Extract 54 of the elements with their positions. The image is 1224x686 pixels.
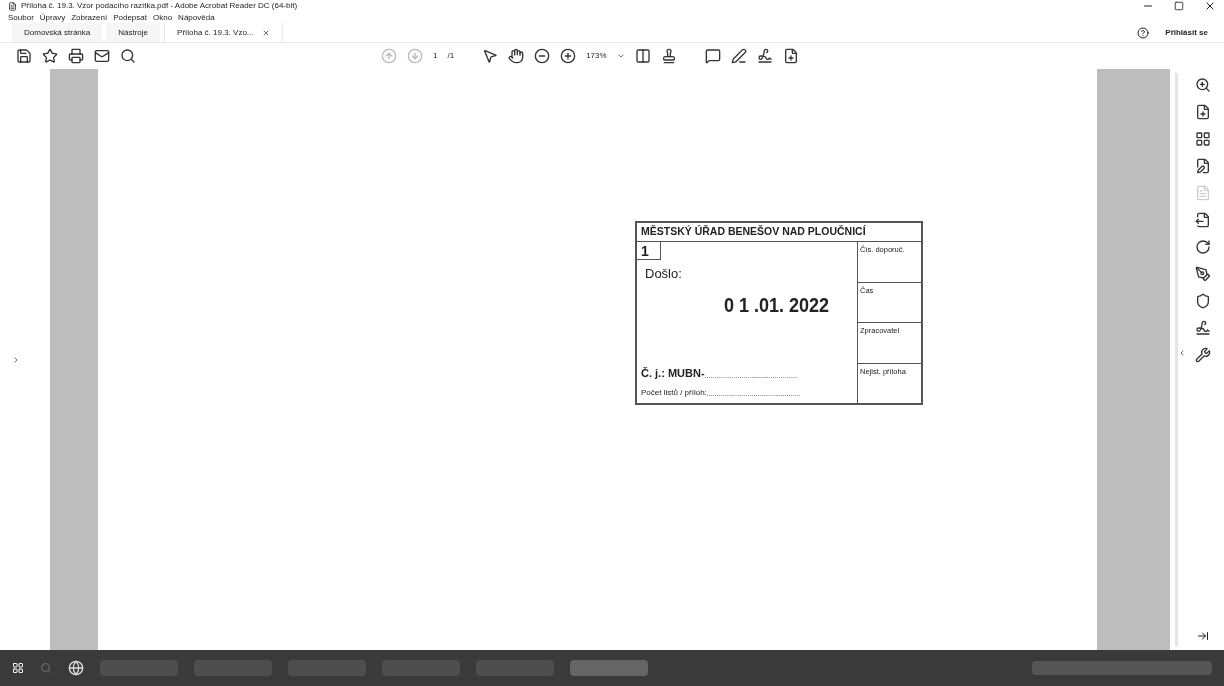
menu-item[interactable]: Podepsat (113, 11, 147, 24)
expand-panel-icon[interactable] (1197, 630, 1209, 642)
print-icon[interactable] (68, 48, 84, 64)
window-title: Příloha č. 19.3. Vzor podacího razítka.pdf - Adobe Acrobat Reader DC (64-bit) (21, 0, 298, 12)
caret-icon[interactable] (616, 52, 625, 60)
star-icon[interactable] (42, 48, 58, 64)
zoom-out-icon[interactable] (534, 48, 551, 64)
pen-icon[interactable] (730, 48, 747, 64)
browser-icon[interactable] (68, 660, 84, 676)
create-pdf-icon[interactable] (1195, 104, 1211, 120)
tab[interactable]: Příloha č. 19.3. Vzo... (164, 23, 283, 42)
pointer-icon[interactable] (482, 48, 499, 64)
menu-item[interactable]: Soubor (8, 11, 34, 24)
menu-item[interactable]: Nápověda (178, 11, 215, 24)
document-icon (8, 1, 17, 11)
reference-number-label: Č. j.: MUBN- (641, 365, 705, 381)
tools-icon[interactable] (1195, 347, 1211, 363)
signature-icon[interactable] (1195, 320, 1211, 336)
stamp-title: MĚSTSKÝ ÚŘAD BENEŠOV NAD PLOUČNICÍ (637, 223, 921, 242)
pen-icon[interactable] (1195, 266, 1211, 282)
page-layout-icon[interactable] (634, 48, 651, 64)
search-icon[interactable] (120, 48, 136, 64)
menu-item[interactable]: Zobrazení (71, 11, 108, 24)
start-icon[interactable] (12, 662, 24, 674)
edit-pdf-icon[interactable] (1195, 158, 1211, 174)
export-pdf-icon[interactable] (1195, 212, 1211, 228)
stamp-icon[interactable] (660, 48, 677, 64)
zoom-level[interactable]: 173% (586, 50, 607, 62)
collapse-icon[interactable] (1178, 349, 1186, 357)
shield-icon[interactable] (1195, 293, 1211, 309)
received-date: 0 1 .01. 2022 (724, 292, 831, 318)
maximize-icon[interactable] (1174, 1, 1184, 11)
tab[interactable]: Domovská stránka (12, 23, 103, 42)
hand-icon[interactable] (508, 48, 525, 64)
sheet-count-label: Počet listů / příloh: (641, 387, 707, 399)
rotate-icon[interactable] (1195, 239, 1211, 255)
zoom-in-icon[interactable] (560, 48, 577, 64)
stamp-number: 1 (637, 242, 661, 260)
expand-icon[interactable] (12, 355, 20, 364)
close-tab-icon[interactable] (261, 28, 270, 37)
signature-icon[interactable] (756, 48, 773, 64)
comment-icon[interactable] (704, 48, 721, 64)
page-number[interactable]: 1 (433, 50, 438, 62)
help-icon[interactable] (1137, 26, 1150, 39)
menu-item[interactable]: Okno (153, 11, 173, 24)
save-icon[interactable] (16, 48, 32, 64)
close-icon[interactable] (1204, 0, 1216, 12)
zoom-icon[interactable] (1195, 77, 1211, 93)
mail-icon[interactable] (94, 48, 110, 64)
tab[interactable]: Nástroje (106, 23, 161, 42)
sign-in-link[interactable]: Přihlásit se (1165, 26, 1208, 39)
page-total: /1 (447, 50, 455, 62)
menu-item[interactable]: Úpravy (39, 11, 66, 24)
received-label: Došlo: (645, 265, 683, 283)
